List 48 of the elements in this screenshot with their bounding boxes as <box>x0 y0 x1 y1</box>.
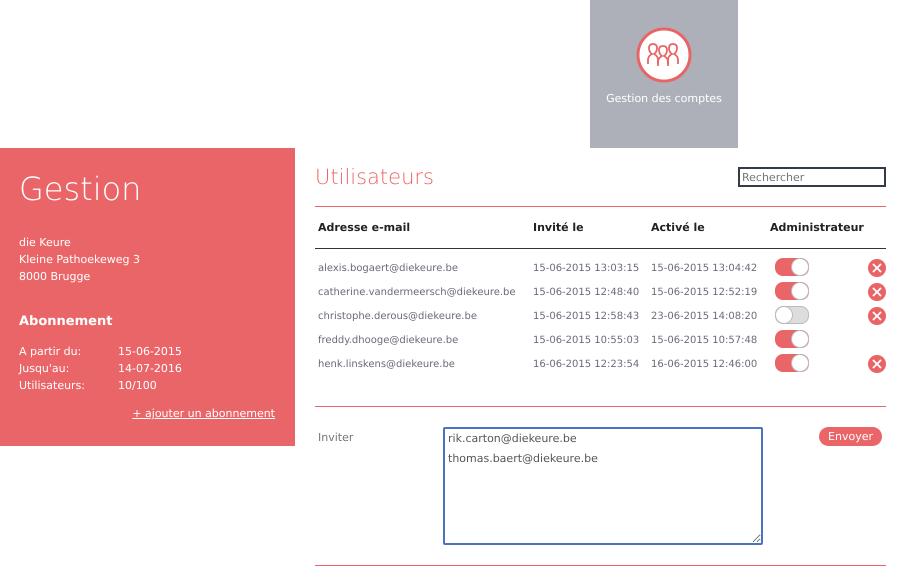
column-header: Activé le <box>651 221 706 234</box>
date-cell-text: 15-06-2015 13:03:15 <box>533 262 640 274</box>
subscription-label: Utilisateurs: <box>19 378 86 394</box>
invite-label: Inviter <box>317 430 354 444</box>
accounts-tile[interactable]: Gestion des comptes <box>590 0 738 148</box>
email-cell-text: freddy.dhooge@diekeure.be <box>317 334 460 346</box>
email-cell-text: henk.linskens@diekeure.be <box>317 358 456 370</box>
subscription-label: A partir du: <box>19 344 82 360</box>
date-cell-text: 15-06-2015 10:55:03 <box>533 334 640 346</box>
subscription-value: 10/100 <box>118 378 157 394</box>
admin-toggle[interactable] <box>775 306 809 324</box>
subscription-value: 14-07-2016 <box>118 361 182 377</box>
date-cell-text: 23-06-2015 14:08:20 <box>651 310 758 322</box>
date-cell-text: 15-06-2015 12:48:40 <box>533 286 640 298</box>
address-line: die Keure <box>19 235 72 251</box>
admin-toggle[interactable] <box>775 354 809 372</box>
address-line: Kleine Pathoekeweg 3 <box>19 252 141 268</box>
delete-icon[interactable] <box>868 283 886 301</box>
delete-icon[interactable] <box>868 355 886 373</box>
subscription-title: Abonnement <box>19 314 114 329</box>
users-title: Utilisateurs <box>315 165 434 189</box>
admin-toggle[interactable] <box>775 282 809 300</box>
date-cell-text: 16-06-2015 12:23:54 <box>533 358 640 370</box>
date-cell-text: 15-06-2015 12:52:19 <box>651 286 758 298</box>
send-button[interactable]: Envoyer <box>819 427 882 446</box>
subscription-value: 15-06-2015 <box>118 344 182 360</box>
search-field[interactable]: Rechercher <box>738 167 886 187</box>
column-header: Adresse e-mail <box>317 221 412 234</box>
email-cell-text: catherine.vandermeersch@diekeure.be <box>317 286 517 298</box>
column-header: Invité le <box>533 221 585 234</box>
date-cell-text: 15-06-2015 10:57:48 <box>651 334 758 346</box>
admin-toggle[interactable] <box>775 258 809 276</box>
sidebar-title: Gestion <box>19 170 142 208</box>
date-cell-text: 16-06-2015 12:46:00 <box>651 358 758 370</box>
date-cell-text: 15-06-2015 12:58:43 <box>533 310 640 322</box>
address-line: 8000 Brugge <box>19 269 92 285</box>
users-icon <box>635 26 693 84</box>
add-subscription-link[interactable]: + ajouter un abonnement <box>132 407 275 420</box>
delete-icon[interactable] <box>868 307 886 325</box>
subscription-label: Jusqu'au: <box>19 361 70 377</box>
delete-icon[interactable] <box>868 259 886 277</box>
email-cell-text: alexis.bogaert@diekeure.be <box>317 262 460 274</box>
column-header: Administrateur <box>770 221 865 234</box>
email-cell-text: christophe.derous@diekeure.be <box>317 310 478 322</box>
tile-label: Gestion des comptes <box>606 92 722 105</box>
admin-toggle[interactable] <box>775 330 809 348</box>
invite-field[interactable]: rik.carton@diekeure.be thomas.baert@diekeure.be <box>443 427 763 545</box>
date-cell-text: 15-06-2015 13:04:42 <box>651 262 758 274</box>
